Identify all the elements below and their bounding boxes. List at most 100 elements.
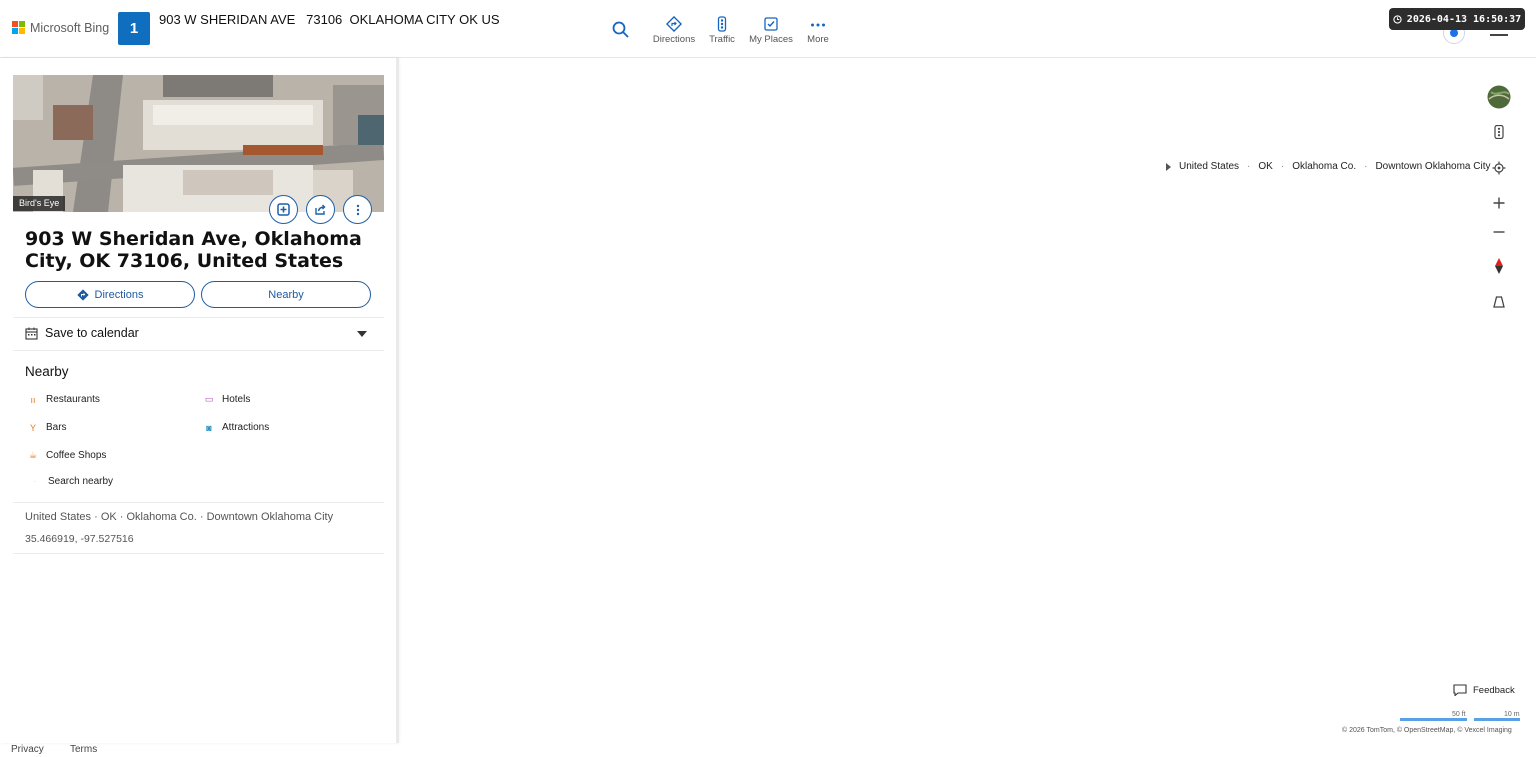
divider [13,350,384,351]
nav-traffic[interactable]: Traffic [696,16,748,45]
route-number-badge[interactable]: 1 [118,12,150,45]
search-query-text[interactable]: 903 W SHERIDAN AVE 73106 OKLAHOMA CITY O… [159,12,500,27]
nearby-button[interactable]: Nearby [201,281,371,308]
hotel-icon: ▭ [204,394,214,404]
vertical-dots-icon [356,204,359,215]
save-to-calendar[interactable]: Save to calendar [25,326,139,340]
search-button[interactable] [611,20,631,45]
bing-logo[interactable]: Microsoft Bing [12,21,109,35]
zoom-in-button[interactable] [1486,195,1512,211]
tilt-icon [1493,296,1505,308]
nearby-search[interactable]: · Search nearby [30,476,113,487]
save-place-button[interactable] [269,195,298,224]
feedback-label: Feedback [1473,684,1515,696]
globe-icon [1487,85,1511,109]
divider [13,317,384,318]
compass-button[interactable] [1486,257,1512,275]
hamburger-menu-icon[interactable] [1490,34,1508,36]
nearby-hotels[interactable]: ▭ Hotels [204,394,251,405]
birds-eye-label: Bird's Eye [13,196,66,211]
aerial-photo [13,75,384,212]
traffic-icon [717,16,727,32]
timestamp-text: 2026-04-13 16:50:37 [1406,13,1522,25]
divider [13,553,384,554]
location-panel: Bird's Eye 903 W Sheridan Ave, Oklahoma … [0,58,397,743]
map-breadcrumb[interactable]: United States · OK · Oklahoma Co. · Down… [1166,161,1491,172]
tilt-button[interactable] [1486,294,1512,310]
attraction-icon: ◙ [206,422,212,433]
traffic-icon [1494,125,1504,139]
terms-link[interactable]: Terms [70,744,97,755]
nav-my-places[interactable]: My Places [745,16,797,45]
top-bar: Microsoft Bing 1 903 W SHERIDAN AVE 7310… [0,0,1536,58]
panel-resize-handle[interactable] [396,58,399,743]
map-breadcrumb-area[interactable]: Downtown Oklahoma City [1375,161,1490,172]
plus-icon [1493,197,1505,209]
directions-button-label: Directions [94,288,144,301]
more-options-button[interactable] [343,195,372,224]
coffee-icon: ☕ [28,450,38,460]
nearby-heading: Nearby [25,364,69,379]
nearby-item-label: Restaurants [46,394,100,405]
microsoft-logo-icon [12,21,26,35]
directions-icon [76,288,89,301]
nearby-item-label: Hotels [222,394,251,405]
nav-directions[interactable]: Directions [648,16,700,45]
nearby-item-label: Search nearby [48,476,114,487]
nearby-restaurants[interactable]: ıı Restaurants [28,394,100,405]
nav-more-label: More [807,34,829,45]
search-icon: · [34,478,36,485]
nearby-item-label: Bars [46,422,67,433]
locate-me-button[interactable] [1486,160,1512,176]
map-breadcrumb-state[interactable]: OK [1258,161,1272,172]
share-button[interactable] [306,195,335,224]
privacy-link[interactable]: Privacy [11,744,44,755]
directions-icon [666,16,682,32]
scale-label-ft: 50 ft [1452,711,1466,718]
nav-more[interactable]: More [792,16,844,45]
nav-my-places-label: My Places [749,34,793,45]
save-to-calendar-label: Save to calendar [45,326,139,340]
location-breadcrumb: United States · OK · Oklahoma Co. · Down… [25,511,334,523]
nearby-item-label: Coffee Shops [46,450,107,461]
locate-icon [1492,161,1506,175]
timestamp-overlay: 2026-04-13 16:50:37 [1389,8,1525,30]
directions-button[interactable]: Directions [25,281,195,308]
calendar-icon [25,327,38,340]
avatar [1450,29,1458,37]
map-breadcrumb-county[interactable]: Oklahoma Co. [1292,161,1356,172]
search-icon [612,21,629,38]
my-places-icon [764,17,778,31]
map-copyright: © 2026 TomTom, © OpenStreetMap, © Vexcel… [1342,727,1512,734]
chevron-down-icon[interactable] [357,331,367,337]
coordinates-text[interactable]: 35.466919, -97.527516 [25,533,134,545]
feedback-button[interactable]: Feedback [1453,684,1515,696]
expand-triangle-icon [1166,162,1171,171]
map-breadcrumb-country[interactable]: United States [1179,161,1239,172]
more-icon [811,23,825,27]
logo-text: Microsoft Bing [30,21,110,35]
nav-traffic-label: Traffic [709,34,735,45]
scale-bar-m [1474,718,1520,721]
feedback-icon [1453,684,1467,696]
bar-icon: Y [29,422,36,433]
scale-label-m: 10 m [1504,711,1520,718]
clock-icon [1393,14,1402,24]
zoom-out-button[interactable] [1486,224,1512,240]
share-icon [315,204,326,215]
nearby-coffee-shops[interactable]: ☕ Coffee Shops [28,450,106,461]
traffic-toggle-button[interactable] [1486,124,1512,140]
map-style-button[interactable] [1486,84,1512,110]
nav-directions-label: Directions [652,34,696,45]
scale-bar-ft [1400,718,1467,721]
add-collection-icon [277,203,290,216]
divider [13,502,384,503]
nearby-button-label: Nearby [268,288,304,301]
nearby-attractions[interactable]: ◙ Attractions [204,422,269,433]
minus-icon [1493,231,1505,233]
restaurant-icon: ıı [30,394,36,405]
birds-eye-image[interactable] [13,75,384,212]
nearby-item-label: Attractions [222,422,270,433]
nearby-bars[interactable]: Y Bars [28,422,67,433]
compass-icon [1495,258,1503,274]
